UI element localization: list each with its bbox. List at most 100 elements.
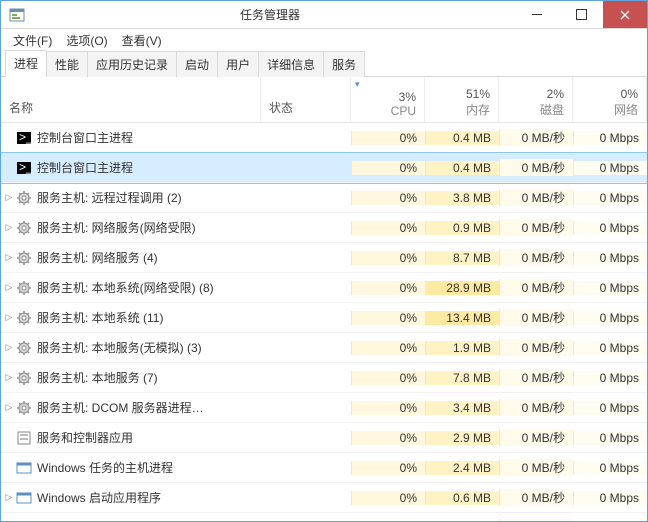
cpu-value: 0% xyxy=(351,221,425,235)
process-row[interactable]: >_控制台窗口主进程0%0.4 MB0 MB/秒0 Mbps xyxy=(1,153,647,183)
tab-6[interactable]: 服务 xyxy=(323,51,365,77)
win-icon xyxy=(15,490,33,506)
process-row[interactable]: ▷服务主机: 网络服务 (4)0%8.7 MB0 MB/秒0 Mbps xyxy=(1,243,647,273)
expand-toggle-icon[interactable]: ▷ xyxy=(1,282,15,293)
tab-4[interactable]: 用户 xyxy=(217,51,259,77)
memory-value: 0.4 MB xyxy=(425,131,499,145)
process-name: 服务主机: 本地服务 (7) xyxy=(37,369,261,386)
expand-toggle-icon[interactable]: ▷ xyxy=(1,222,15,233)
network-value: 0 Mbps xyxy=(573,491,647,505)
process-row[interactable]: ▷服务主机: 远程过程调用 (2)0%3.8 MB0 MB/秒0 Mbps xyxy=(1,183,647,213)
column-disk[interactable]: 2% 磁盘 xyxy=(499,77,573,122)
process-row[interactable]: ▷服务主机: 网络服务(网络受限)0%0.9 MB0 MB/秒0 Mbps xyxy=(1,213,647,243)
network-value: 0 Mbps xyxy=(573,131,647,145)
disk-value: 0 MB/秒 xyxy=(499,189,573,206)
process-name: Windows 任务的主机进程 xyxy=(37,459,261,476)
process-row[interactable]: Windows 会话管理器0%0.2 MB0 MB/秒0 Mbps xyxy=(1,513,647,521)
cpu-value: 0% xyxy=(351,311,425,325)
win-icon xyxy=(15,460,33,476)
minimize-button[interactable] xyxy=(515,1,559,28)
memory-value: 2.9 MB xyxy=(425,431,499,445)
disk-value: 0 MB/秒 xyxy=(499,429,573,446)
gear-icon xyxy=(15,190,33,206)
disk-value: 0 MB/秒 xyxy=(499,159,573,176)
memory-value: 0.6 MB xyxy=(425,491,499,505)
tabstrip: 进程性能应用历史记录启动用户详细信息服务 xyxy=(1,51,647,77)
network-value: 0 Mbps xyxy=(573,311,647,325)
gear-icon xyxy=(15,250,33,266)
network-value: 0 Mbps xyxy=(573,431,647,445)
column-cpu[interactable]: ▾ 3% CPU xyxy=(351,77,425,122)
network-value: 0 Mbps xyxy=(573,521,647,522)
process-rows[interactable]: >_控制台窗口主进程0%0.4 MB0 MB/秒0 Mbps>_控制台窗口主进程… xyxy=(1,123,647,521)
process-name: 服务和控制器应用 xyxy=(37,429,261,446)
network-value: 0 Mbps xyxy=(573,371,647,385)
window-title: 任务管理器 xyxy=(25,6,515,23)
disk-value: 0 MB/秒 xyxy=(499,249,573,266)
gear-icon xyxy=(15,310,33,326)
network-value: 0 Mbps xyxy=(573,461,647,475)
process-row[interactable]: >_控制台窗口主进程0%0.4 MB0 MB/秒0 Mbps xyxy=(1,123,647,153)
process-row[interactable]: 服务和控制器应用0%2.9 MB0 MB/秒0 Mbps xyxy=(1,423,647,453)
expand-toggle-icon[interactable]: ▷ xyxy=(1,342,15,353)
column-status[interactable]: 状态 xyxy=(261,77,351,122)
cpu-value: 0% xyxy=(351,161,425,175)
titlebar: 任务管理器 xyxy=(1,1,647,29)
memory-value: 0.4 MB xyxy=(425,161,499,175)
maximize-button[interactable] xyxy=(559,1,603,28)
expand-toggle-icon[interactable]: ▷ xyxy=(1,252,15,263)
process-row[interactable]: ▷服务主机: 本地系统 (11)0%13.4 MB0 MB/秒0 Mbps xyxy=(1,303,647,333)
expand-toggle-icon[interactable]: ▷ xyxy=(1,492,15,503)
process-name: 服务主机: 远程过程调用 (2) xyxy=(37,189,261,206)
process-list-pane: 名称 状态 ▾ 3% CPU 51% 内存 2% 磁盘 0% 网络 >_控制台窗… xyxy=(1,77,647,521)
cpu-value: 0% xyxy=(351,191,425,205)
column-network[interactable]: 0% 网络 xyxy=(573,77,647,122)
expand-toggle-icon[interactable]: ▷ xyxy=(1,192,15,203)
cpu-value: 0% xyxy=(351,341,425,355)
expand-toggle-icon[interactable]: ▷ xyxy=(1,402,15,413)
tab-1[interactable]: 性能 xyxy=(46,51,88,77)
expand-toggle-icon[interactable]: ▷ xyxy=(1,372,15,383)
process-name: 服务主机: 本地服务(无模拟) (3) xyxy=(37,339,261,356)
cpu-value: 0% xyxy=(351,371,425,385)
process-name: 服务主机: 本地系统(网络受限) (8) xyxy=(37,279,261,296)
memory-value: 3.4 MB xyxy=(425,401,499,415)
process-row[interactable]: ▷Windows 启动应用程序0%0.6 MB0 MB/秒0 Mbps xyxy=(1,483,647,513)
network-value: 0 Mbps xyxy=(573,251,647,265)
memory-value: 0.9 MB xyxy=(425,221,499,235)
process-row[interactable]: ▷服务主机: DCOM 服务器进程…0%3.4 MB0 MB/秒0 Mbps xyxy=(1,393,647,423)
column-name[interactable]: 名称 xyxy=(1,77,261,122)
memory-value: 2.4 MB xyxy=(425,461,499,475)
menu-view[interactable]: 查看(V) xyxy=(116,30,168,51)
process-row[interactable]: ▷服务主机: 本地系统(网络受限) (8)0%28.9 MB0 MB/秒0 Mb… xyxy=(1,273,647,303)
cmd-icon: >_ xyxy=(15,130,33,146)
close-button[interactable] xyxy=(603,1,647,28)
cpu-value: 0% xyxy=(351,131,425,145)
menu-options[interactable]: 选项(O) xyxy=(60,30,113,51)
network-value: 0 Mbps xyxy=(573,221,647,235)
svg-text:>_: >_ xyxy=(19,130,32,144)
column-memory[interactable]: 51% 内存 xyxy=(425,77,499,122)
expand-toggle-icon[interactable]: ▷ xyxy=(1,312,15,323)
process-row[interactable]: ▷服务主机: 本地服务 (7)0%7.8 MB0 MB/秒0 Mbps xyxy=(1,363,647,393)
disk-value: 0 MB/秒 xyxy=(499,129,573,146)
tab-0[interactable]: 进程 xyxy=(5,50,47,77)
memory-value: 3.8 MB xyxy=(425,191,499,205)
app-icon xyxy=(15,430,33,446)
tab-5[interactable]: 详细信息 xyxy=(258,51,324,77)
disk-value: 0 MB/秒 xyxy=(499,219,573,236)
tab-2[interactable]: 应用历史记录 xyxy=(87,51,177,77)
process-row[interactable]: ▷服务主机: 本地服务(无模拟) (3)0%1.9 MB0 MB/秒0 Mbps xyxy=(1,333,647,363)
network-value: 0 Mbps xyxy=(573,401,647,415)
menu-file[interactable]: 文件(F) xyxy=(7,30,58,51)
gear-icon xyxy=(15,370,33,386)
memory-value: 1.9 MB xyxy=(425,341,499,355)
cpu-value: 0% xyxy=(351,521,425,522)
process-row[interactable]: Windows 任务的主机进程0%2.4 MB0 MB/秒0 Mbps xyxy=(1,453,647,483)
task-manager-icon xyxy=(9,7,25,23)
process-name: 服务主机: 本地系统 (11) xyxy=(37,309,261,326)
tab-3[interactable]: 启动 xyxy=(176,51,218,77)
memory-value: 28.9 MB xyxy=(425,281,499,295)
process-name: Windows 启动应用程序 xyxy=(37,489,261,506)
disk-value: 0 MB/秒 xyxy=(499,369,573,386)
